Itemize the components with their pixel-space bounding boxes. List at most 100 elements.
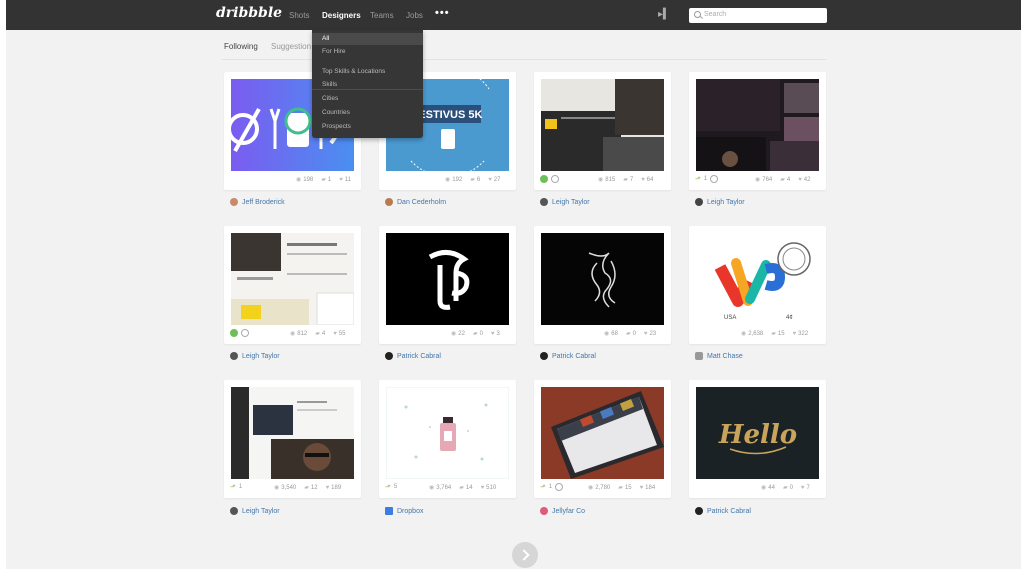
- dribbble-logo[interactable]: dribbble: [216, 5, 282, 21]
- rebound-up-icon[interactable]: ⬏: [695, 175, 701, 183]
- shot-extras: ⬏ 1: [540, 483, 564, 491]
- shot-card[interactable]: Hello ◉ 44 ▰ 0 ♥ 7: [689, 380, 826, 498]
- heart-icon: ♥: [643, 330, 648, 337]
- heart-icon: ♥: [339, 176, 343, 183]
- shot-card[interactable]: ⬏ 1 ◉ 764 ▰ 4 ♥ 42: [689, 72, 826, 190]
- art-title: Hello: [718, 420, 797, 450]
- feed-icon[interactable]: ▸▍: [658, 9, 671, 20]
- shot-stats: ◉ 2,638 ▰ 15 ♥ 322: [741, 330, 809, 338]
- shot-thumbnail[interactable]: [386, 387, 509, 479]
- heart-icon: ♥: [798, 176, 802, 183]
- rebound-up-icon[interactable]: ⬏: [230, 483, 236, 491]
- avatar: [230, 352, 238, 360]
- link-icon[interactable]: [555, 483, 564, 491]
- shot-thumbnail[interactable]: [541, 233, 664, 325]
- shot-stats: ◉ 3,540 ▰ 12 ♥ 189: [274, 484, 342, 492]
- comment-icon: ▰: [459, 485, 464, 491]
- chevron-right-icon[interactable]: [512, 542, 538, 568]
- dropbox-icon: [385, 507, 393, 515]
- eye-icon: ◉: [588, 485, 594, 491]
- shot-thumbnail[interactable]: [541, 387, 664, 479]
- designers-dropdown-menu: All For Hire Top Skills & Locations Skil…: [312, 30, 423, 138]
- dropdown-item-cities[interactable]: Cities: [312, 93, 423, 105]
- dropdown-item-prospects[interactable]: Prospects: [312, 121, 423, 133]
- shot-stats: ◉ 3,764 ▰ 14 ♥ 510: [429, 484, 497, 492]
- shot-card[interactable]: ⬏ 1 ◉ 3,540 ▰ 12 ♥ 189: [224, 380, 361, 498]
- shot-extras: ⬏ 5: [385, 483, 398, 491]
- shot-thumbnail[interactable]: [231, 233, 354, 325]
- player-link[interactable]: Leigh Taylor: [695, 198, 745, 206]
- tab-suggestions[interactable]: Suggestion: [271, 42, 311, 51]
- heart-icon: ♥: [480, 484, 485, 491]
- shot-card[interactable]: ◉ 68 ▰ 0 ♥ 23: [534, 226, 671, 344]
- avatar: [695, 352, 703, 360]
- shot-stats: ◉ 815 ▰ 7 ♥ 64: [598, 176, 654, 184]
- shot-thumbnail[interactable]: [541, 79, 664, 171]
- shot-thumbnail[interactable]: [231, 387, 354, 479]
- link-icon[interactable]: [710, 175, 719, 183]
- shot-card[interactable]: ⬏ 5 ◉ 3,764 ▰ 14 ♥ 510: [379, 380, 516, 498]
- nav-jobs[interactable]: Jobs: [406, 11, 423, 20]
- shot-card[interactable]: ◉ 22 ▰ 0 ♥ 3: [379, 226, 516, 344]
- heart-icon: ♥: [800, 484, 805, 491]
- rebound-icon[interactable]: [540, 175, 548, 183]
- avatar: [540, 352, 548, 360]
- rebound-up-icon[interactable]: ⬏: [540, 483, 546, 491]
- eye-icon: ◉: [296, 177, 302, 183]
- search-icon: [694, 11, 701, 18]
- shot-thumbnail[interactable]: [696, 79, 819, 171]
- dropdown-item-countries[interactable]: Countries: [312, 107, 423, 119]
- player-link[interactable]: Patrick Cabral: [695, 507, 751, 515]
- player-link[interactable]: Patrick Cabral: [540, 352, 596, 360]
- player-link[interactable]: Dropbox: [385, 507, 423, 515]
- heart-icon: ♥: [639, 484, 644, 491]
- shot-extras: [540, 175, 559, 183]
- player-link[interactable]: Patrick Cabral: [385, 352, 441, 360]
- shot-thumbnail[interactable]: [386, 233, 509, 325]
- shot-thumbnail[interactable]: Hello: [696, 387, 819, 479]
- shot-card[interactable]: ◉ 812 ▰ 4 ♥ 55: [224, 226, 361, 344]
- shot-card[interactable]: ◉ 815 ▰ 7 ♥ 64: [534, 72, 671, 190]
- avatar: [695, 198, 703, 206]
- shot-stats: ◉ 764 ▰ 4 ♥ 42: [755, 176, 811, 184]
- avatar: [695, 507, 703, 515]
- shot-stats: ◉ 198 ▰ 1 ♥ 11: [296, 176, 352, 184]
- nav-designers[interactable]: Designers: [322, 11, 361, 20]
- dropdown-item-all[interactable]: All: [312, 33, 423, 45]
- eye-icon: ◉: [445, 177, 451, 183]
- tab-following[interactable]: Following: [224, 42, 258, 51]
- avatar: [230, 198, 238, 206]
- player-link[interactable]: Leigh Taylor: [230, 507, 280, 515]
- rebound-up-icon[interactable]: ⬏: [385, 483, 391, 491]
- more-menu-icon[interactable]: •••: [435, 7, 450, 19]
- dropdown-item-for-hire[interactable]: For Hire: [312, 46, 423, 58]
- avatar: [540, 198, 548, 206]
- link-icon[interactable]: [551, 175, 559, 183]
- avatar: [385, 352, 393, 360]
- dropdown-item-skills[interactable]: Skills: [312, 79, 423, 91]
- shot-stats: ◉ 22 ▰ 0 ♥ 3: [451, 330, 500, 338]
- comment-icon: ▰: [625, 331, 631, 337]
- link-icon[interactable]: [241, 329, 249, 337]
- shot-thumbnail[interactable]: USA 4¢: [696, 233, 819, 325]
- shot-card[interactable]: ⬏ 1 ◉ 2,780 ▰ 15 ♥ 184: [534, 380, 671, 498]
- shot-stats: ◉ 812 ▰ 4 ♥ 55: [290, 330, 346, 338]
- player-link[interactable]: Jeff Broderick: [230, 198, 285, 206]
- player-link[interactable]: Jellyfar Co: [540, 507, 585, 515]
- player-link[interactable]: Matt Chase: [695, 352, 743, 360]
- player-link[interactable]: Leigh Taylor: [230, 352, 280, 360]
- dropdown-item-top-skills[interactable]: Top Skills & Locations: [312, 66, 423, 78]
- shot-stats: ◉ 2,780 ▰ 15 ♥ 184: [588, 484, 656, 492]
- eye-icon: ◉: [598, 177, 604, 183]
- nav-shots[interactable]: Shots: [289, 11, 309, 20]
- shot-extras: [230, 329, 249, 337]
- comment-icon: ▰: [771, 331, 776, 337]
- shot-stats: ◉ 68 ▰ 0 ♥ 23: [604, 330, 657, 338]
- player-link[interactable]: Leigh Taylor: [540, 198, 590, 206]
- nav-teams[interactable]: Teams: [370, 11, 394, 20]
- shot-card[interactable]: USA 4¢ ◉ 2,638 ▰ 15 ♥ 322: [689, 226, 826, 344]
- shot-extras: ⬏ 1: [695, 175, 719, 183]
- eye-icon: ◉: [451, 331, 457, 337]
- player-link[interactable]: Dan Cederholm: [385, 198, 446, 206]
- rebound-icon[interactable]: [230, 329, 238, 337]
